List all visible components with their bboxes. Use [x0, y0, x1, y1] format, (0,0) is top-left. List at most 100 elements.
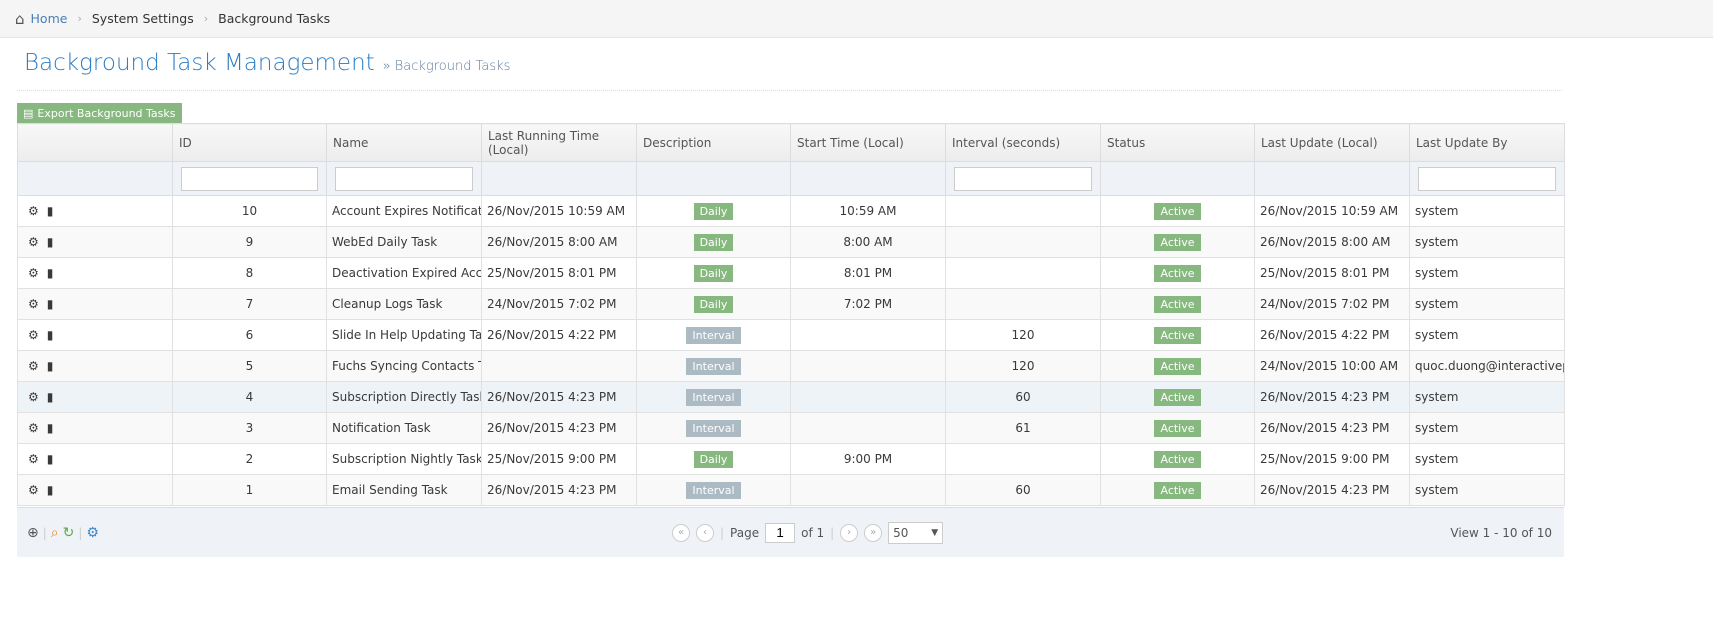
last-page-button[interactable]: » — [864, 523, 883, 542]
gear-icon[interactable]: ⚙ — [28, 483, 39, 497]
status-badge: Active — [1154, 264, 1201, 282]
cell-start: 10:59 AM — [790, 195, 946, 227]
cell-name: Subscription Directly Task — [326, 381, 482, 413]
book-icon[interactable]: ▮ — [47, 266, 54, 280]
breadcrumb-current: Background Tasks — [218, 11, 331, 26]
cell-updated: 25/Nov/2015 8:01 PM — [1254, 257, 1410, 289]
home-icon[interactable]: ⌂ — [15, 10, 25, 28]
gear-icon[interactable]: ⚙ — [28, 359, 39, 373]
gear-icon[interactable]: ⚙ — [86, 525, 99, 541]
table-row[interactable]: ⚙ ▮ 2 Subscription Nightly Task 25/Nov/20… — [17, 443, 1565, 475]
cell-id: 1 — [172, 474, 327, 506]
book-icon[interactable]: ▮ — [47, 204, 54, 218]
cell-start — [790, 412, 946, 444]
divider — [17, 90, 1562, 91]
cell-last-run: 26/Nov/2015 4:23 PM — [481, 381, 637, 413]
column-header[interactable] — [17, 123, 173, 162]
column-header[interactable]: Start Time (Local) — [790, 123, 946, 162]
desc-badge: Interval — [686, 357, 741, 375]
filter-last-update-by[interactable] — [1418, 166, 1556, 191]
table-row[interactable]: ⚙ ▮ 9 WebEd Daily Task 26/Nov/2015 8:00 A… — [17, 226, 1565, 258]
book-icon[interactable]: ▮ — [47, 452, 54, 466]
column-header[interactable]: ID — [172, 123, 327, 162]
gear-icon[interactable]: ⚙ — [28, 328, 39, 342]
column-header[interactable]: Last Running Time (Local) — [481, 123, 637, 162]
cell-updated-by: system — [1409, 195, 1565, 227]
cell-interval: 120 — [945, 350, 1101, 382]
desc-badge: Interval — [686, 419, 741, 437]
prev-page-button[interactable]: ‹ — [696, 523, 714, 542]
column-header[interactable]: Name — [326, 123, 482, 162]
book-icon[interactable]: ▮ — [47, 359, 54, 373]
book-icon[interactable]: ▮ — [47, 328, 54, 342]
cell-interval: 60 — [945, 474, 1101, 506]
gear-icon[interactable]: ⚙ — [28, 421, 39, 435]
gear-icon[interactable]: ⚙ — [28, 266, 39, 280]
desc-badge: Daily — [693, 202, 734, 220]
column-header[interactable]: Status — [1100, 123, 1255, 162]
table-row[interactable]: ⚙ ▮ 1 Email Sending Task 26/Nov/2015 4:23… — [17, 474, 1565, 506]
status-badge: Active — [1154, 295, 1201, 313]
grid-footer: ⊕ | ⌕ ↻ | ⚙ « ‹ | Page of 1 | › » 50▼ Vi… — [17, 507, 1564, 557]
book-icon[interactable]: ▮ — [47, 483, 54, 497]
first-page-button[interactable]: « — [672, 523, 690, 542]
cell-id: 3 — [172, 412, 327, 444]
desc-badge: Daily — [693, 264, 734, 282]
cell-updated-by: system — [1409, 381, 1565, 413]
gear-icon[interactable]: ⚙ — [28, 390, 39, 404]
column-header[interactable]: Description — [636, 123, 791, 162]
status-badge: Active — [1154, 233, 1201, 251]
desc-badge: Daily — [693, 450, 734, 468]
gear-icon[interactable]: ⚙ — [28, 204, 39, 218]
cell-name: Fuchs Syncing Contacts Tas — [326, 350, 482, 382]
gear-icon[interactable]: ⚙ — [28, 235, 39, 249]
export-button[interactable]: ▤ Export Background Tasks — [17, 103, 182, 123]
desc-badge: Daily — [693, 295, 734, 313]
column-header[interactable]: Last Update (Local) — [1254, 123, 1410, 162]
table-row[interactable]: ⚙ ▮ 4 Subscription Directly Task 26/Nov/2… — [17, 381, 1565, 413]
search-icon[interactable]: ⌕ — [51, 525, 59, 541]
table-row[interactable]: ⚙ ▮ 6 Slide In Help Updating Task 26/Nov/… — [17, 319, 1565, 351]
gear-icon[interactable]: ⚙ — [28, 452, 39, 466]
gear-icon[interactable]: ⚙ — [28, 297, 39, 311]
breadcrumb-home[interactable]: Home — [31, 11, 68, 26]
book-icon[interactable]: ▮ — [47, 421, 54, 435]
cell-interval — [945, 195, 1101, 227]
cell-updated-by: system — [1409, 226, 1565, 258]
cell-start — [790, 350, 946, 382]
book-icon[interactable]: ▮ — [47, 390, 54, 404]
filter-id[interactable] — [181, 166, 318, 191]
page-input[interactable] — [765, 522, 796, 543]
cell-interval — [945, 226, 1101, 258]
cell-name: WebEd Daily Task — [326, 226, 482, 258]
cell-name: Account Expires Notification — [326, 195, 482, 227]
page-label: Page — [730, 525, 760, 540]
page-size-select[interactable]: 50 ▼ — [888, 521, 944, 544]
table-row[interactable]: ⚙ ▮ 7 Cleanup Logs Task 24/Nov/2015 7:02 … — [17, 288, 1565, 320]
column-header[interactable]: Last Update By — [1409, 123, 1565, 162]
cell-id: 4 — [172, 381, 327, 413]
cell-name: Deactivation Expired Accou — [326, 257, 482, 289]
status-badge: Active — [1154, 450, 1201, 468]
table-row[interactable]: ⚙ ▮ 8 Deactivation Expired Accou 25/Nov/2… — [17, 257, 1565, 289]
table-row[interactable]: ⚙ ▮ 10 Account Expires Notification 26/No… — [17, 195, 1565, 227]
cell-last-run: 26/Nov/2015 8:00 AM — [481, 226, 637, 258]
breadcrumb-system-settings[interactable]: System Settings — [92, 11, 194, 26]
cell-last-run: 26/Nov/2015 4:23 PM — [481, 474, 637, 506]
breadcrumb: ⌂ Home › System Settings › Background Ta… — [0, 0, 1713, 38]
table-row[interactable]: ⚙ ▮ 3 Notification Task 26/Nov/2015 4:23 … — [17, 412, 1565, 444]
filter-interval[interactable] — [954, 166, 1092, 191]
cell-name: Cleanup Logs Task — [326, 288, 482, 320]
cell-interval: 60 — [945, 381, 1101, 413]
zoom-icon[interactable]: ⊕ — [27, 525, 39, 541]
next-page-button[interactable]: › — [840, 523, 859, 542]
book-icon[interactable]: ▮ — [47, 297, 54, 311]
refresh-icon[interactable]: ↻ — [63, 525, 75, 541]
cell-interval — [945, 257, 1101, 289]
cell-updated-by: quoc.duong@interactivepa — [1409, 350, 1565, 382]
table-row[interactable]: ⚙ ▮ 5 Fuchs Syncing Contacts Tas Interval… — [17, 350, 1565, 382]
column-header[interactable]: Interval (seconds) — [945, 123, 1101, 162]
cell-updated: 26/Nov/2015 4:22 PM — [1254, 319, 1410, 351]
book-icon[interactable]: ▮ — [47, 235, 54, 249]
filter-name[interactable] — [335, 166, 473, 191]
